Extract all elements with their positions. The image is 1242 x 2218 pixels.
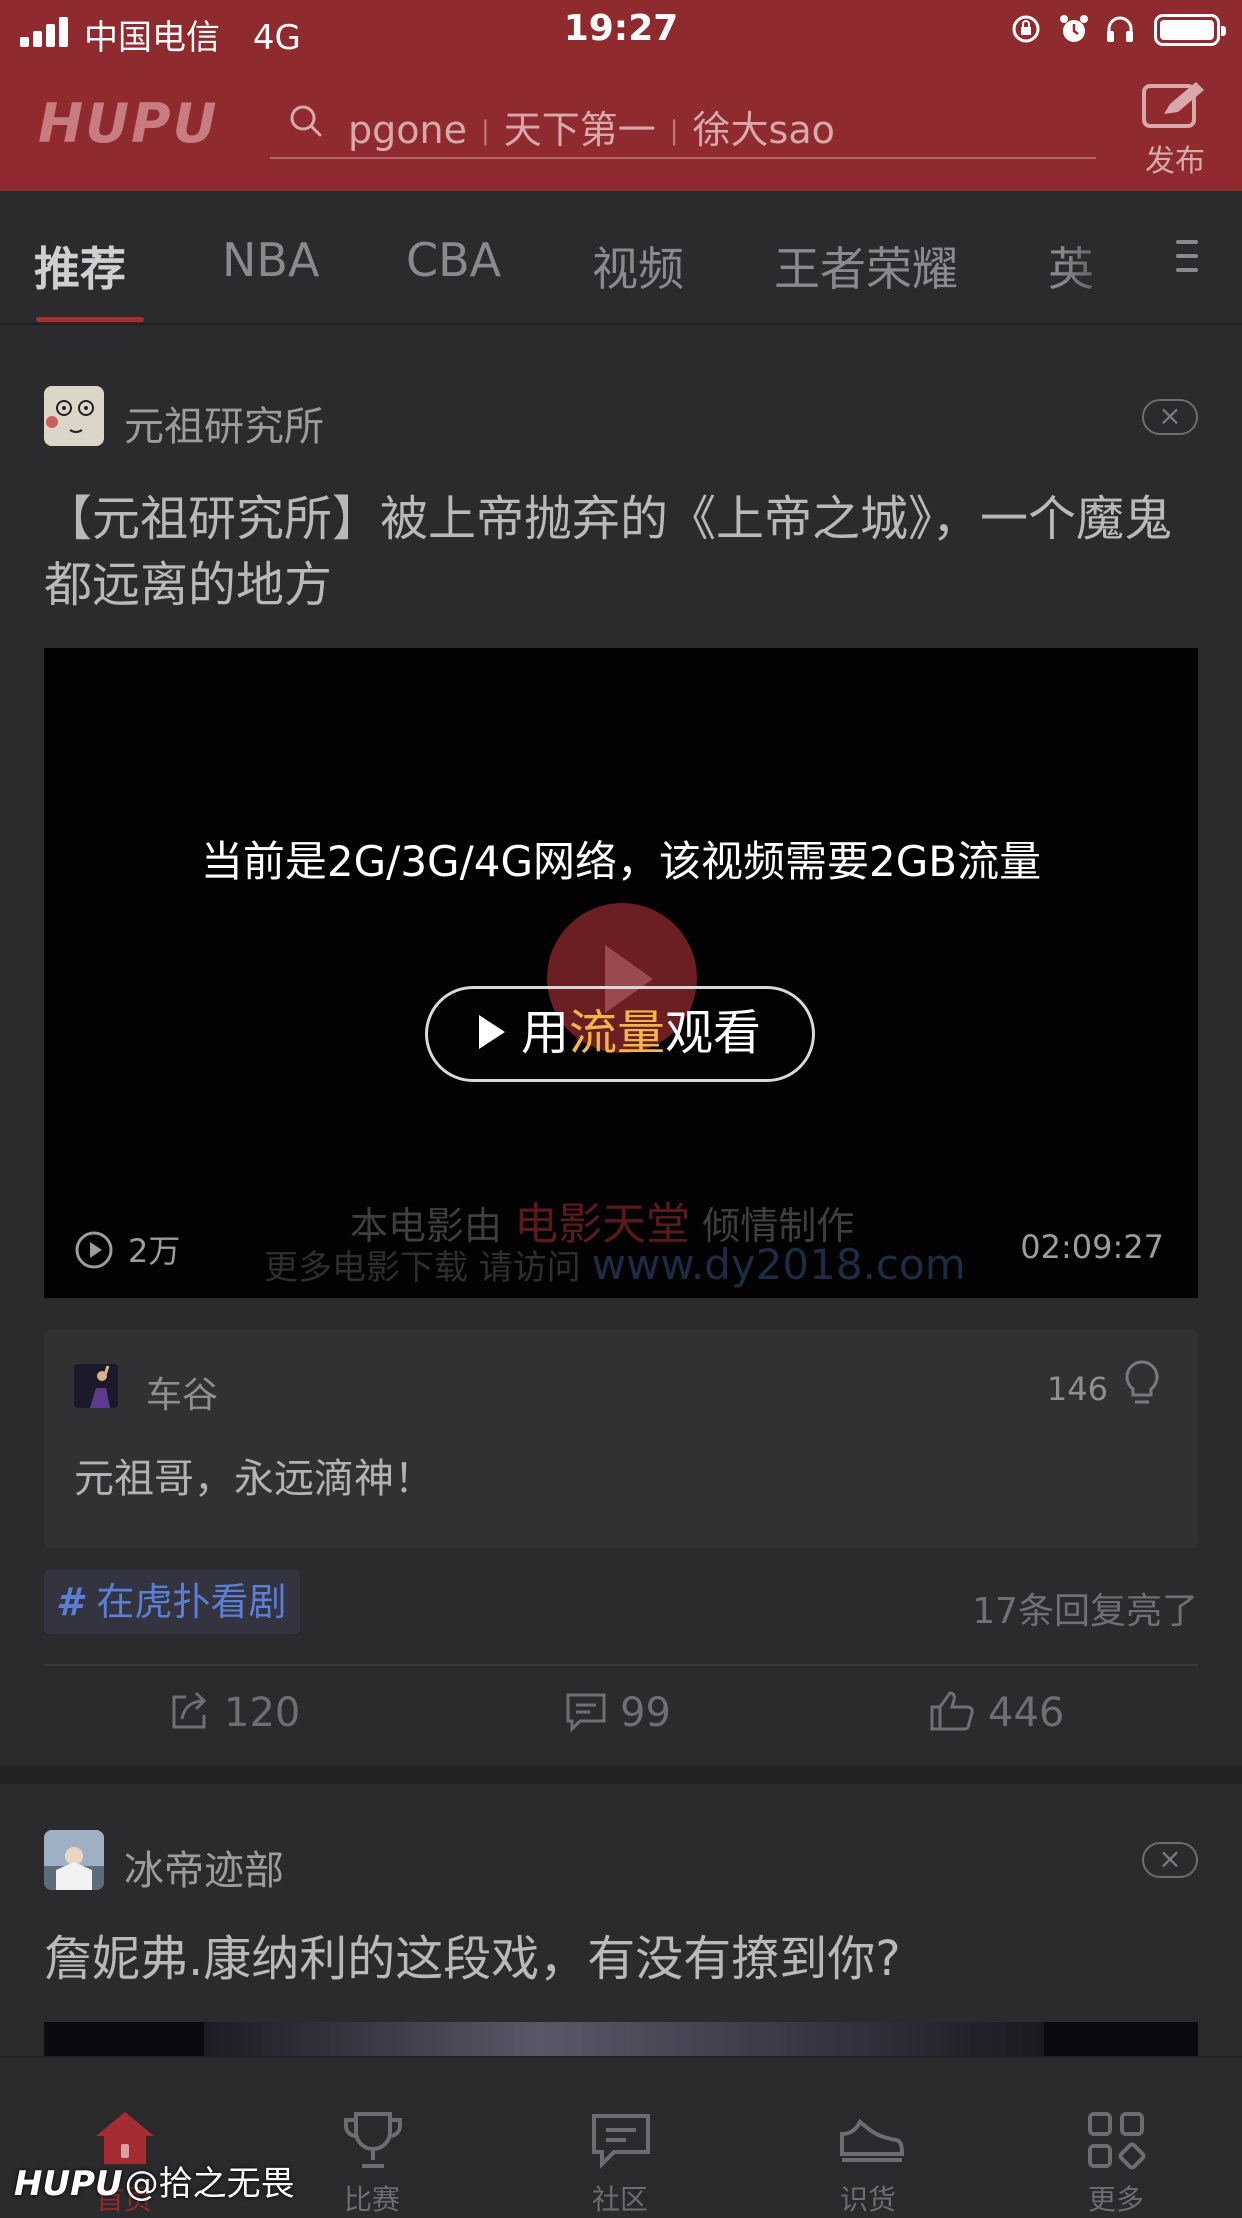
like-button[interactable]: 446	[928, 1690, 1064, 1737]
tab-fade	[1060, 191, 1140, 321]
watch-suffix: 观看	[665, 1005, 762, 1061]
watermark-text: www.dy2018.com	[591, 1240, 966, 1289]
post-title[interactable]: 【元祖研究所】被上帝抛弃的《上帝之城》，一个魔鬼都远离的地方	[44, 486, 1204, 618]
active-tab-indicator	[36, 317, 144, 322]
comment-count: 99	[620, 1690, 671, 1736]
channel-tabs: 推荐 NBA CBA 视频 王者荣耀 英	[0, 191, 1242, 325]
author-name[interactable]: 元祖研究所	[124, 394, 324, 452]
tab-more[interactable]: 更多	[992, 2058, 1240, 2216]
alarm-icon	[1060, 15, 1088, 42]
watermark-handle: @拾之无畏	[124, 2164, 295, 2204]
search-bar[interactable]: pgone | 天下第一 | 徐大sao	[270, 95, 1096, 159]
image-watermark: HUPU@拾之无畏	[14, 2156, 295, 2205]
view-count: 2万	[74, 1226, 180, 1273]
play-count-icon	[75, 1231, 113, 1269]
status-time: 19:27	[563, 8, 679, 49]
tab-shopping[interactable]: 识货	[744, 2058, 992, 2216]
watermark-text: 更多电影下载 请访问	[264, 1248, 581, 1288]
watermark-logo: HUPU	[14, 2164, 123, 2204]
watch-with-data-button[interactable]: 用流量观看	[425, 986, 815, 1082]
reply-status[interactable]: 17条回复亮了	[972, 1582, 1198, 1634]
network-warning: 当前是2G/3G/4G网络，该视频需要2GB流量	[200, 837, 1042, 886]
publish-button[interactable]: 发布	[1140, 80, 1210, 180]
card-separator	[0, 1766, 1242, 1784]
battery-icon	[1154, 14, 1226, 46]
search-term: pgone	[348, 108, 467, 152]
search-term: 天下第一	[503, 108, 656, 152]
tab-menu-button[interactable]	[1140, 191, 1242, 321]
hupu-logo[interactable]: HUPU	[38, 92, 218, 155]
play-triangle-icon	[478, 1015, 505, 1049]
share-button[interactable]: 120	[168, 1690, 300, 1737]
search-icon	[290, 105, 322, 137]
avatar-image	[74, 1364, 118, 1408]
video-duration: 02:09:27	[1020, 1228, 1164, 1266]
app-header: 中国电信 4G 19:27 HUPU pgone | 天下第一 | 徐大sao 发布	[0, 0, 1242, 191]
status-bar: 中国电信 4G 19:27	[0, 0, 1242, 62]
video-player[interactable]: 当前是2G/3G/4G网络，该视频需要2GB流量 用流量观看 本电影由 电影天堂…	[44, 648, 1198, 1298]
view-count-value: 2万	[128, 1232, 181, 1270]
chat-icon	[592, 2114, 650, 2169]
video-watermark-url: 更多电影下载 请访问 www.dy2018.com	[264, 1240, 966, 1289]
tab-label: 社区	[591, 2183, 648, 2216]
topic-tag[interactable]: # 在虎扑看剧	[44, 1570, 301, 1634]
author-avatar[interactable]	[44, 386, 104, 446]
comment-icon	[566, 1693, 606, 1733]
commenter-name[interactable]: 车谷	[146, 1366, 218, 1418]
topic-tag-label: 在虎扑看剧	[96, 1580, 287, 1624]
dismiss-post-button[interactable]: ×	[1142, 1842, 1198, 1878]
watch-prefix: 用	[520, 1005, 569, 1061]
tab-label: 识货	[839, 2183, 896, 2216]
tab-nba[interactable]: NBA	[222, 233, 319, 287]
thumbs-up-icon	[930, 1691, 974, 1731]
comment-button[interactable]: 99	[564, 1690, 671, 1737]
avatar-image	[44, 1830, 104, 1890]
share-icon	[172, 1691, 207, 1729]
search-suggestions: pgone | 天下第一 | 徐大sao	[348, 99, 835, 154]
post-card[interactable]	[0, 1784, 1242, 2056]
top-comment[interactable]: 车谷 146 元祖哥，永远滴神！	[44, 1330, 1198, 1548]
compose-icon	[1142, 82, 1204, 128]
search-separator: |	[669, 116, 679, 146]
trophy-icon	[344, 2112, 402, 2168]
search-term: 徐大sao	[692, 108, 835, 152]
dismiss-post-button[interactable]: ×	[1142, 399, 1198, 435]
tab-cba[interactable]: CBA	[406, 233, 501, 287]
comment-text: 元祖哥，永远滴神！	[74, 1456, 434, 1502]
hashtag-icon: #	[56, 1580, 83, 1624]
publish-label: 发布	[1145, 144, 1205, 179]
grid-icon	[1088, 2112, 1146, 2170]
author-name[interactable]: 冰帝迹部	[124, 1838, 284, 1896]
like-count: 446	[988, 1690, 1065, 1736]
rotation-lock-icon	[1012, 15, 1040, 43]
avatar-face	[44, 386, 104, 446]
search-separator: |	[480, 116, 490, 146]
watch-highlight: 流量	[568, 1005, 665, 1061]
post-title[interactable]: 詹妮弗.康纳利的这段戏，有没有撩到你?	[44, 1926, 1204, 1992]
tab-community[interactable]: 社区	[496, 2058, 744, 2216]
share-count: 120	[224, 1690, 301, 1736]
tab-honor-of-kings[interactable]: 王者荣耀	[774, 233, 958, 299]
comment-like-count: 146	[1046, 1370, 1108, 1408]
commenter-avatar[interactable]	[74, 1364, 118, 1408]
sneaker-icon	[840, 2118, 904, 2162]
headphones-icon	[1107, 16, 1133, 42]
lightbulb-icon[interactable]	[1120, 1358, 1164, 1410]
tab-video[interactable]: 视频	[592, 233, 684, 299]
tab-label: 更多	[1087, 2183, 1144, 2216]
divider	[44, 1664, 1198, 1666]
author-avatar[interactable]	[44, 1830, 104, 1890]
tab-recommended[interactable]: 推荐	[34, 233, 126, 299]
